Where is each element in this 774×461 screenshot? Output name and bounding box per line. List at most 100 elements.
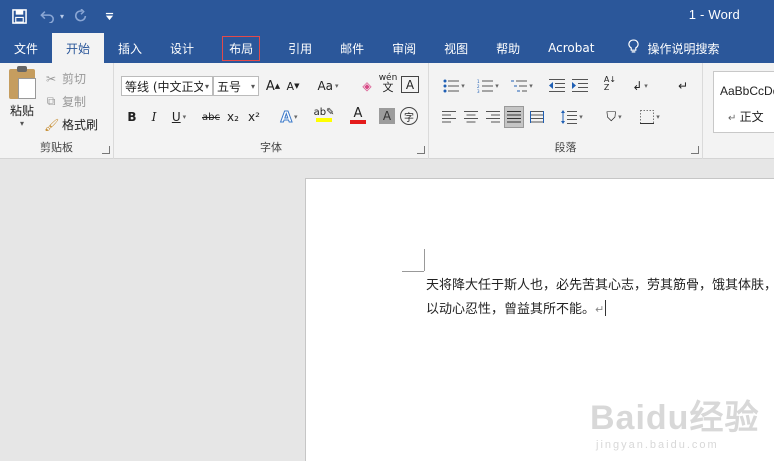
chevron-down-icon: ▾ (204, 81, 209, 91)
paragraph-mark-icon: ↵ (728, 113, 740, 124)
decrease-indent-button[interactable] (547, 76, 567, 96)
paragraph-line: 天将降大任于斯人也，必先苦其心志，劳其筋骨，饿其体肤， (426, 278, 774, 293)
margin-corner-mark (424, 249, 425, 271)
font-size-select[interactable]: 五号 ▾ (213, 76, 259, 96)
chevron-down-icon: ▾ (182, 113, 187, 121)
font-color-bar (350, 119, 366, 124)
align-right-button[interactable] (483, 107, 503, 127)
copy-button[interactable]: ⧉ 复制 (44, 93, 86, 110)
clipboard-launcher-icon[interactable] (102, 146, 110, 154)
multilevel-list-button[interactable]: ▾ (507, 76, 537, 96)
copy-icon: ⧉ (46, 94, 56, 108)
align-left-button[interactable] (439, 107, 459, 127)
tab-references[interactable]: 引用 (274, 33, 326, 63)
font-launcher-icon[interactable] (417, 146, 425, 154)
text-effects-button[interactable]: A ▾ (276, 107, 302, 127)
sort-button[interactable]: A↓ Z (600, 74, 620, 94)
strikethrough-button[interactable]: abc (200, 107, 222, 127)
character-shading-button[interactable]: A (379, 108, 395, 124)
cut-button[interactable]: ✂ 剪切 (44, 70, 86, 87)
scissors-icon: ✂ (45, 71, 57, 86)
phonetic-guide-button[interactable]: wén 文 (378, 73, 398, 94)
align-center-button[interactable] (461, 107, 481, 127)
align-right-icon (486, 111, 500, 123)
title-bar: ▾ 1 - Word (0, 0, 774, 33)
justify-button[interactable] (504, 106, 524, 128)
undo-icon[interactable] (36, 5, 58, 27)
clear-formatting-icon[interactable]: ◈ (358, 76, 376, 96)
lightbulb-icon (628, 38, 640, 58)
align-center-icon (464, 111, 478, 123)
customize-qat-icon[interactable] (98, 5, 120, 27)
watermark-logo: Baidu经验 (590, 399, 760, 437)
bullets-button[interactable]: ▾ (439, 76, 469, 96)
return-mark-icon: ↵ (677, 79, 689, 93)
text-effects-icon: A (280, 108, 293, 127)
enclose-characters-button[interactable]: 字 (400, 107, 418, 125)
tab-file[interactable]: 文件 (0, 33, 52, 63)
ribbon-tabs: 文件 开始 插入 设计 布局 引用 邮件 审阅 视图 帮助 Acrobat 操作… (0, 33, 774, 63)
tab-insert[interactable]: 插入 (104, 33, 156, 63)
ribbon: 粘贴 ▾ ✂ 剪切 ⧉ 复制 🖌 格式刷 剪贴板 等线 (中文正文) ▾ 五号 ▾ … (0, 63, 774, 159)
show-formatting-marks-button[interactable]: ↲ ▾ (627, 76, 653, 96)
shrink-font-button[interactable]: A ▼ (284, 76, 302, 96)
italic-button[interactable]: I (146, 107, 162, 127)
line-spacing-button[interactable]: ▾ (557, 107, 587, 127)
align-left-icon (442, 111, 456, 123)
quick-access-toolbar: ▾ (8, 5, 120, 27)
change-case-button[interactable]: Aa ▾ (312, 76, 344, 96)
superscript-button[interactable]: x² (245, 107, 263, 127)
increase-indent-button[interactable] (570, 76, 590, 96)
paste-button[interactable]: 粘贴 ▾ (6, 66, 38, 128)
tell-me-search[interactable]: 操作说明搜索 (608, 33, 733, 63)
highlight-button[interactable]: ab✎ (310, 105, 338, 125)
tab-home[interactable]: 开始 (52, 33, 105, 63)
style-normal[interactable]: AaBbCcDd ↵ 正文 (713, 71, 774, 133)
tab-mailings[interactable]: 邮件 (326, 33, 378, 63)
font-color-button[interactable]: A (344, 105, 372, 125)
multilevel-list-icon (511, 80, 528, 92)
highlighter-icon: ab✎ (313, 107, 335, 118)
chevron-down-icon: ▾ (19, 119, 24, 128)
numbering-button[interactable]: 1 2 3 ▾ (473, 76, 503, 96)
underline-button[interactable]: U ▾ (166, 107, 192, 127)
borders-button[interactable]: ▾ (635, 107, 665, 127)
tab-layout[interactable]: 布局 (208, 33, 274, 63)
bold-button[interactable]: B (124, 107, 140, 127)
chevron-down-icon: ▾ (250, 81, 255, 91)
paintbrush-icon: 🖌 (44, 117, 60, 132)
tab-design[interactable]: 设计 (156, 33, 208, 63)
shading-button[interactable]: ⛉ ▾ (599, 107, 629, 127)
tab-help[interactable]: 帮助 (482, 33, 534, 63)
grow-font-button[interactable]: A ▲ (264, 76, 282, 96)
tab-acrobat[interactable]: Acrobat (534, 33, 608, 63)
sort-icon: A↓ Z (603, 75, 617, 92)
undo-dropdown-icon[interactable]: ▾ (60, 12, 64, 21)
distributed-button[interactable] (527, 107, 547, 127)
subscript-button[interactable]: x₂ (224, 107, 242, 127)
phonetic-char-icon: 文 (382, 81, 394, 94)
margin-corner-mark (402, 271, 424, 272)
tab-view[interactable]: 视图 (430, 33, 482, 63)
paint-bucket-icon: ⛉ (606, 109, 617, 125)
paragraph-launcher-icon[interactable] (691, 146, 699, 154)
font-name-select[interactable]: 等线 (中文正文) ▾ (121, 76, 213, 96)
bullets-icon (443, 79, 460, 93)
format-painter-button[interactable]: 🖌 格式刷 (44, 116, 98, 133)
body-paragraph[interactable]: 天将降大任于斯人也，必先苦其心志，劳其筋骨，饿其体肤， 以动心忍性，曾益其所不能… (426, 274, 774, 322)
chevron-down-icon: ▾ (335, 82, 339, 90)
save-icon[interactable] (8, 5, 30, 27)
svg-text:3: 3 (477, 89, 480, 93)
clipboard-icon (9, 66, 36, 99)
redo-icon[interactable] (70, 5, 92, 27)
paragraph-mark-button[interactable]: ↵ (673, 76, 693, 96)
character-border-button[interactable]: A (401, 76, 419, 93)
highlight-color-bar (316, 118, 332, 122)
paragraph-group: ▾ 1 2 3 ▾ ▾ A↓ Z ↲ ▾ ↵ ▾ ⛉ ▾ ▾ 段落 (429, 63, 703, 159)
tab-review[interactable]: 审阅 (378, 33, 430, 63)
style-sample: AaBbCcDd (720, 84, 774, 98)
paragraph-line: 以动心忍性，曾益其所不能。 (426, 302, 596, 317)
pilcrow-icon: ↲ (632, 79, 643, 93)
watermark: Baidu经验 jingyan.baidu.com (590, 390, 759, 451)
watermark-url: jingyan.baidu.com (596, 439, 719, 451)
